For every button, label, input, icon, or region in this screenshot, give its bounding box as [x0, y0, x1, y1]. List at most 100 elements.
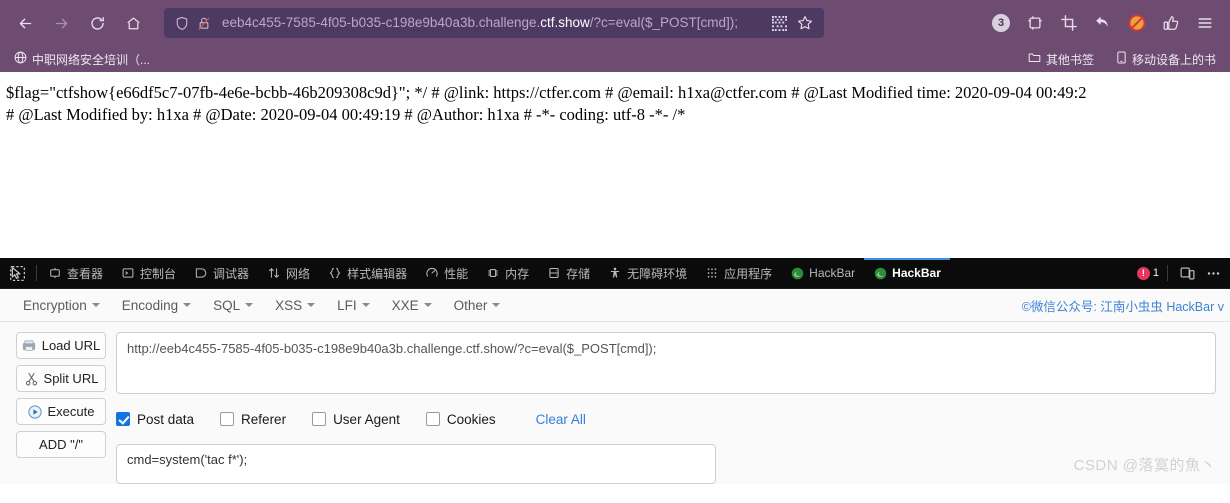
execute-button[interactable]: Execute	[16, 398, 106, 425]
back-button[interactable]	[8, 6, 42, 40]
undo-arrow-icon[interactable]	[1088, 8, 1118, 38]
tab-inspector[interactable]: 查看器	[39, 258, 112, 288]
tab-console[interactable]: 控制台	[112, 258, 185, 288]
hackbar-credit: ©微信公众号: 江南小虫虫 HackBar v	[1021, 299, 1224, 314]
application-icon	[705, 266, 719, 280]
load-url-icon	[22, 338, 37, 353]
tab-storage[interactable]: 存储	[538, 258, 599, 288]
checkbox-referer[interactable]: Referer	[220, 412, 286, 427]
insecure-connection-icon[interactable]	[194, 13, 214, 33]
url-prefix: eeb4c455-7585-4f05-b035-c198e9b40a3b.cha…	[222, 15, 541, 30]
post-data-checkbox[interactable]	[116, 412, 130, 426]
tab-label: 性能	[444, 266, 469, 281]
tab-label: 网络	[286, 266, 311, 281]
error-icon: !	[1136, 266, 1150, 280]
debugger-icon	[194, 266, 208, 280]
hackbar-fields: http://eeb4c455-7585-4f05-b035-c198e9b40…	[106, 332, 1222, 484]
folder-icon	[1028, 51, 1041, 67]
checkbox-user-agent[interactable]: User Agent	[312, 412, 400, 427]
address-bar[interactable]: eeb4c455-7585-4f05-b035-c198e9b40a3b.cha…	[164, 8, 824, 38]
menu-encoding[interactable]: Encoding	[111, 294, 202, 317]
split-url-scissors-icon	[24, 371, 39, 386]
devtools-separator	[36, 265, 37, 281]
hackbar-firefox-icon	[790, 266, 804, 280]
adblock-disabled-icon[interactable]	[1122, 8, 1152, 38]
tab-style-editor[interactable]: 样式编辑器	[319, 258, 416, 288]
inspector-icon	[48, 266, 62, 280]
tab-accessibility[interactable]: 无障碍环境	[599, 258, 696, 288]
other-bookmarks-label: 其他书签	[1045, 52, 1094, 67]
menu-xxe[interactable]: XXE	[381, 294, 443, 317]
bookmark-star-icon[interactable]	[794, 12, 816, 34]
split-url-button[interactable]: Split URL	[16, 365, 106, 392]
tab-label: 样式编辑器	[347, 266, 408, 281]
add-slash-button[interactable]: ADD "/"	[16, 431, 106, 458]
account-badge[interactable]: 3	[986, 8, 1016, 38]
chevron-down-icon	[492, 303, 501, 307]
forward-button[interactable]	[44, 6, 78, 40]
bookmarks-bar: 中职网络安全培训（... 其他书签 移动设备上的书	[0, 46, 1230, 72]
home-button[interactable]	[116, 6, 150, 40]
cookies-checkbox[interactable]	[425, 412, 440, 426]
tab-label: HackBar	[892, 266, 941, 280]
tracking-protection-shield-icon[interactable]	[172, 13, 192, 33]
hackbar-menu-bar: Encryption Encoding SQL XSS LFI XXE Othe…	[0, 289, 1230, 322]
button-label: ADD "/"	[39, 437, 83, 452]
checkbox-cookies[interactable]: Cookies	[425, 412, 496, 427]
pocket-save-icon[interactable]	[1156, 8, 1186, 38]
menu-encryption[interactable]: Encryption	[12, 294, 111, 317]
hackbar-firefox-icon	[873, 266, 887, 280]
network-icon	[267, 266, 281, 280]
address-bar-url: eeb4c455-7585-4f05-b035-c198e9b40a3b.cha…	[222, 8, 768, 38]
storage-icon	[547, 266, 561, 280]
menu-xss[interactable]: XSS	[264, 294, 326, 317]
error-count-badge[interactable]: ! 1	[1136, 266, 1159, 280]
browser-toolbar-right: 3	[986, 8, 1222, 38]
execute-play-icon	[28, 404, 43, 419]
tab-memory[interactable]: 内存	[477, 258, 538, 288]
globe-icon	[14, 51, 27, 67]
qr-code-icon[interactable]	[768, 12, 790, 34]
checkbox-label: Referer	[241, 411, 287, 427]
reload-button[interactable]	[80, 6, 114, 40]
load-url-button[interactable]: Load URL	[16, 332, 106, 359]
menu-lfi[interactable]: LFI	[326, 294, 381, 317]
tab-label: 内存	[505, 266, 530, 281]
hackbar-options-row: Post data Referer User Agent Cookies Cle…	[116, 408, 1216, 430]
tab-hackbar-1[interactable]: HackBar	[781, 258, 864, 288]
tab-network[interactable]: 网络	[258, 258, 319, 288]
menu-sql[interactable]: SQL	[202, 294, 264, 317]
chevron-down-icon	[183, 303, 192, 307]
app-menu-icon[interactable]	[1190, 8, 1220, 38]
container-tabs-icon[interactable]	[1020, 8, 1050, 38]
checkbox-post-data[interactable]: Post data	[116, 412, 194, 427]
url-suffix: /?c=eval($_POST[cmd]);	[589, 15, 738, 30]
checkbox-label: Post data	[137, 411, 195, 427]
chevron-down-icon	[245, 303, 254, 307]
url-input[interactable]: http://eeb4c455-7585-4f05-b035-c198e9b40…	[116, 332, 1216, 394]
clear-all-link[interactable]: Clear All	[536, 412, 586, 427]
menu-other[interactable]: Other	[443, 294, 512, 317]
mobile-bookmarks-folder[interactable]: 移动设备上的书	[1110, 49, 1222, 70]
tab-label: 应用程序	[724, 266, 773, 281]
tab-debugger[interactable]: 调试器	[185, 258, 258, 288]
devtools-toolbar-right: ! 1	[1136, 258, 1230, 288]
devtools-separator	[1167, 265, 1168, 281]
devtools-panel: 查看器 控制台 调试器 网络 样式编辑器 性能 内存 存储 无障碍环境 应用程序…	[0, 258, 1230, 484]
bookmark-item[interactable]: 中职网络安全培训（...	[8, 49, 156, 70]
tab-performance[interactable]: 性能	[416, 258, 477, 288]
devtools-options-icon[interactable]	[1202, 262, 1224, 284]
memory-icon	[486, 266, 500, 280]
screenshot-crop-icon[interactable]	[1054, 8, 1084, 38]
element-picker-icon[interactable]	[0, 258, 34, 288]
referer-checkbox[interactable]	[220, 412, 235, 426]
chevron-down-icon	[91, 303, 100, 307]
post-data-input[interactable]: cmd=system('tac f*');	[116, 444, 716, 484]
responsive-design-mode-icon[interactable]	[1176, 262, 1198, 284]
tab-label: 存储	[566, 266, 591, 281]
tab-application[interactable]: 应用程序	[696, 258, 781, 288]
menu-label: Encoding	[121, 297, 179, 313]
user-agent-checkbox[interactable]	[312, 412, 327, 426]
tab-hackbar-2[interactable]: HackBar	[864, 258, 950, 288]
other-bookmarks-folder[interactable]: 其他书签	[1022, 49, 1100, 70]
